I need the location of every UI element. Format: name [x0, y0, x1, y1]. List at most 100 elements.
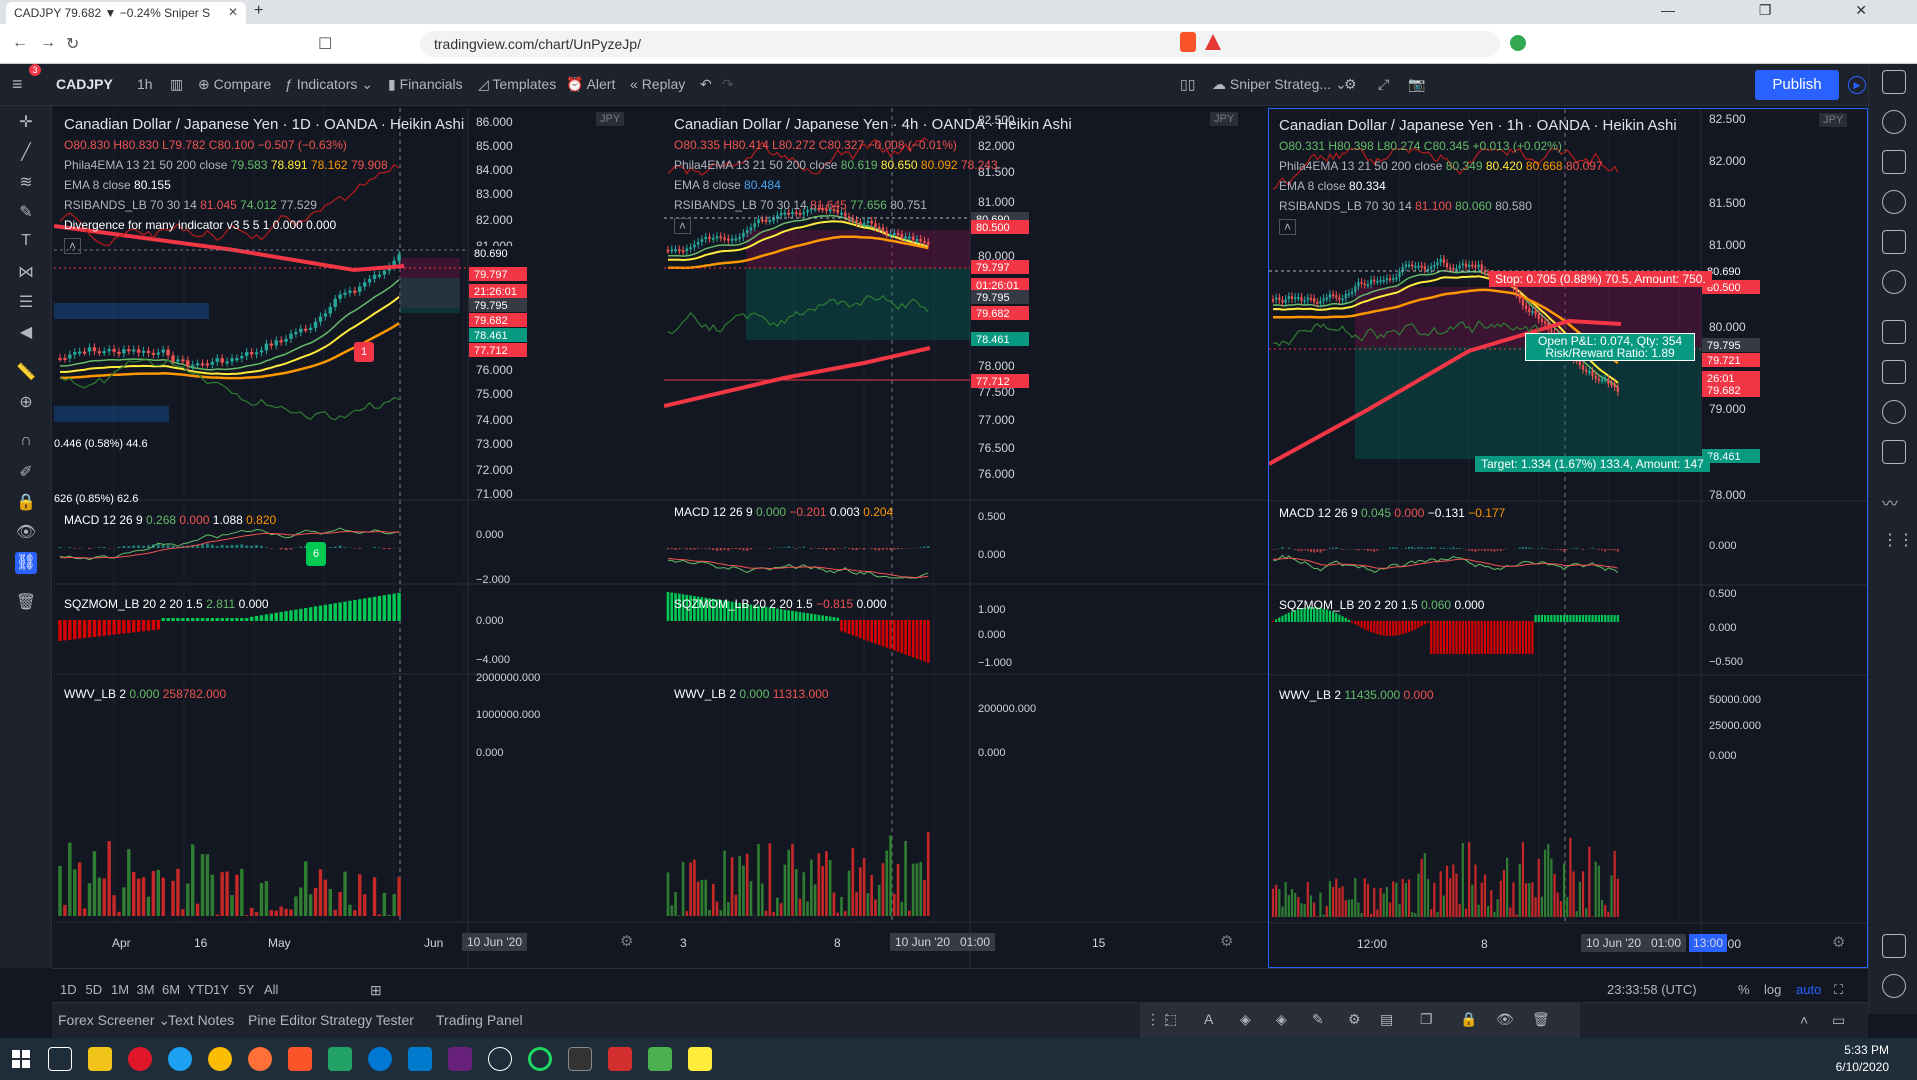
- publish-button[interactable]: Publish: [1755, 70, 1839, 100]
- eye-icon[interactable]: 👁: [15, 522, 37, 544]
- panel-tab[interactable]: Trading Panel: [436, 1012, 523, 1028]
- settings-icon[interactable]: ⚙: [1348, 1011, 1361, 1028]
- layout-name[interactable]: ☁ Sniper Strateg... ⌄: [1212, 76, 1347, 93]
- streams-icon[interactable]: [1882, 400, 1906, 424]
- range-button[interactable]: YTD: [188, 982, 214, 997]
- collapse-legend-button[interactable]: ˄: [64, 238, 82, 254]
- collapse-legend-button[interactable]: ˄: [1279, 219, 1297, 235]
- calendar-icon[interactable]: [1882, 230, 1906, 254]
- undo-icon[interactable]: ↶: [700, 76, 712, 93]
- fill-color-icon[interactable]: ◈: [1240, 1011, 1251, 1028]
- hide-icon[interactable]: 👁: [1496, 1011, 1514, 1028]
- text-color-icon[interactable]: A: [1204, 1011, 1213, 1027]
- vscode-icon[interactable]: [408, 1047, 432, 1071]
- system-clock[interactable]: 5:33 PM 6/10/2020: [1836, 1042, 1889, 1076]
- menu-icon[interactable]: ≡: [12, 74, 23, 95]
- magnet-icon[interactable]: ∩: [15, 432, 37, 454]
- currency-label[interactable]: JPY: [1210, 112, 1239, 126]
- crosshair-icon[interactable]: ✛: [15, 112, 37, 134]
- browser-tab[interactable]: CADJPY 79.682 ▼ −0.24% Sniper S ✕: [6, 2, 246, 24]
- signal-marker-sell[interactable]: 1: [354, 342, 374, 362]
- indicators-button[interactable]: ƒ Indicators ⌄: [285, 76, 373, 93]
- bookmark-icon[interactable]: ☐: [318, 34, 332, 54]
- financials-button[interactable]: ▮ Financials: [388, 76, 463, 93]
- back-icon[interactable]: ←: [12, 34, 28, 52]
- chrome-icon[interactable]: [208, 1047, 232, 1071]
- opera-icon[interactable]: [128, 1047, 152, 1071]
- help-icon[interactable]: [1882, 974, 1906, 998]
- range-button[interactable]: 1D: [60, 982, 77, 997]
- visibility-icon[interactable]: ▤: [1380, 1011, 1393, 1028]
- brush-icon[interactable]: ✎: [15, 202, 37, 224]
- pnl-box[interactable]: Open P&L: 0.074, Qty: 354 Risk/Reward Ra…: [1525, 333, 1696, 361]
- redo-icon[interactable]: ↷: [722, 76, 734, 93]
- watchlist-icon[interactable]: [1882, 70, 1906, 94]
- fit-screen-icon[interactable]: ⛶: [1834, 982, 1843, 998]
- excel-icon[interactable]: [328, 1047, 352, 1071]
- url-input[interactable]: tradingview.com/chart/UnPyzeJp/: [420, 31, 1500, 57]
- pane-settings-gear-icon[interactable]: ⚙: [620, 932, 633, 950]
- chart-pane-1d[interactable]: 87.86.00085.00084.00083.00082.00081.0007…: [54, 108, 666, 968]
- target-label[interactable]: Target: 1.334 (1.67%) 133.4, Amount: 147: [1475, 456, 1710, 472]
- trash-icon[interactable]: 🗑: [15, 592, 37, 614]
- sync-icon[interactable]: ⛓: [15, 552, 37, 574]
- range-button[interactable]: 6M: [162, 982, 180, 997]
- alert-button[interactable]: ⏰ Alert: [566, 76, 615, 93]
- app-icon[interactable]: [368, 1047, 392, 1071]
- compare-button[interactable]: ⊕ Compare: [198, 76, 271, 93]
- range-button[interactable]: 1Y: [213, 982, 229, 997]
- ruler-icon[interactable]: 📏: [15, 362, 37, 384]
- zoom-icon[interactable]: ⊕: [15, 392, 37, 414]
- chart-canvas-1h[interactable]: 82.50082.00081.50081.00080.00079.00078.0…: [1269, 109, 1867, 967]
- task-view-icon[interactable]: [48, 1047, 72, 1071]
- chat-icon[interactable]: [1882, 320, 1906, 344]
- range-button[interactable]: 3M: [137, 982, 155, 997]
- file-explorer-icon[interactable]: [88, 1047, 112, 1071]
- hotlist-icon[interactable]: [1882, 190, 1906, 214]
- fullscreen-icon[interactable]: ⤢: [1378, 76, 1389, 93]
- signals-icon[interactable]: 〰: [1882, 490, 1906, 514]
- back-arrow-icon[interactable]: ◀: [15, 322, 37, 344]
- notifications-bell-icon[interactable]: [1882, 440, 1906, 464]
- dots-grid-icon[interactable]: ⋮⋮: [1882, 530, 1914, 554]
- pane-settings-gear-icon[interactable]: ⚙: [1832, 933, 1845, 951]
- app2-icon[interactable]: [648, 1047, 672, 1071]
- brave-shield-icon[interactable]: [1180, 32, 1196, 52]
- lock-icon[interactable]: 🔒: [15, 492, 37, 514]
- percent-toggle[interactable]: %: [1738, 982, 1750, 997]
- chart-canvas-4h[interactable]: 83.00082.50082.00081.50081.00080.00078.0…: [664, 108, 1268, 968]
- play-icon[interactable]: ▶: [1848, 76, 1866, 94]
- currency-label[interactable]: JPY: [1819, 113, 1848, 127]
- template-icon[interactable]: ⬚: [1164, 1011, 1177, 1028]
- messages-icon[interactable]: [1882, 360, 1906, 384]
- stay-drawing-icon[interactable]: ✐: [15, 462, 37, 484]
- reload-icon[interactable]: ↻: [66, 34, 79, 54]
- range-button[interactable]: 1M: [111, 982, 129, 997]
- fib-icon[interactable]: ≋: [15, 172, 37, 194]
- window-controls[interactable]: — ❐ ✕: [1661, 2, 1907, 19]
- new-tab-icon[interactable]: +: [254, 2, 263, 20]
- spotify-icon[interactable]: [528, 1047, 552, 1071]
- pane-settings-gear-icon[interactable]: ⚙: [1220, 932, 1233, 950]
- firefox-icon[interactable]: [248, 1047, 272, 1071]
- lock-icon[interactable]: 🔒: [1460, 1011, 1477, 1028]
- goto-date-icon[interactable]: ⊞: [370, 982, 382, 999]
- chart-canvas-1d[interactable]: 87.86.00085.00084.00083.00082.00081.0007…: [54, 108, 666, 968]
- panel-tab[interactable]: Strategy Tester: [320, 1012, 414, 1028]
- currency-label[interactable]: JPY: [596, 112, 625, 126]
- maximize-panel-icon[interactable]: ▭: [1832, 1012, 1845, 1029]
- templates-button[interactable]: ◿ Templates: [478, 76, 556, 93]
- windows-start-icon[interactable]: [12, 1050, 30, 1068]
- chart-type-icon[interactable]: ▥: [170, 76, 183, 93]
- brave-icon[interactable]: [288, 1047, 312, 1071]
- layers-icon[interactable]: [1882, 934, 1906, 958]
- layout-select-icon[interactable]: ▯▯: [1180, 76, 1195, 93]
- sticky-notes-icon[interactable]: [688, 1047, 712, 1071]
- panel-tab[interactable]: Forex Screener ⌄: [58, 1012, 170, 1029]
- symbol-search[interactable]: CADJPY: [56, 76, 113, 92]
- chart-pane-4h[interactable]: 83.00082.50082.00081.50081.00080.00078.0…: [664, 108, 1268, 968]
- chart-pane-1h[interactable]: 82.500 82.000 81.500 81.000 80.000 79.000 78.0…: [1268, 108, 1868, 968]
- acrobat-icon[interactable]: [608, 1047, 632, 1071]
- replay-button[interactable]: « Replay: [630, 76, 685, 92]
- interval-select[interactable]: 1h: [137, 76, 153, 92]
